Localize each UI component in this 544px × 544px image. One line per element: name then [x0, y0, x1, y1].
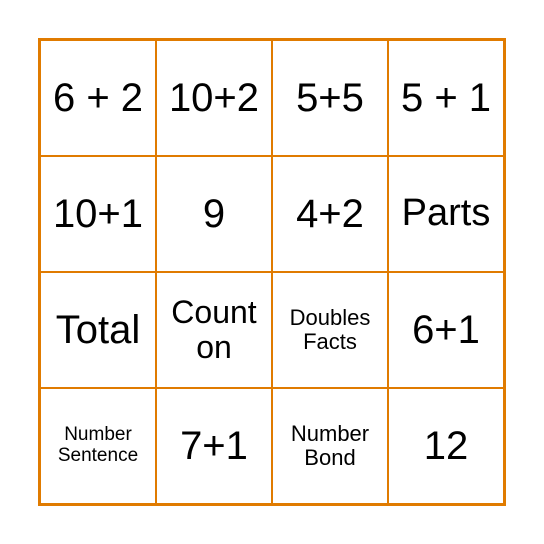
bingo-cell[interactable]: 5+5 — [272, 40, 388, 156]
bingo-cell[interactable]: 6 + 2 — [40, 40, 156, 156]
bingo-cell[interactable]: 10+2 — [156, 40, 272, 156]
bingo-cell[interactable]: 4+2 — [272, 156, 388, 272]
bingo-cell[interactable]: Count on — [156, 272, 272, 388]
bingo-cell[interactable]: Total — [40, 272, 156, 388]
bingo-cell[interactable]: Doubles Facts — [272, 272, 388, 388]
bingo-cell[interactable]: Parts — [388, 156, 504, 272]
bingo-cell[interactable]: Number Sentence — [40, 388, 156, 504]
bingo-cell[interactable]: 7+1 — [156, 388, 272, 504]
bingo-cell[interactable]: 5 + 1 — [388, 40, 504, 156]
bingo-cell[interactable]: 9 — [156, 156, 272, 272]
bingo-board: 6 + 2 10+2 5+5 5 + 1 10+1 9 4+2 Parts To… — [38, 38, 506, 506]
bingo-cell[interactable]: Number Bond — [272, 388, 388, 504]
bingo-cell[interactable]: 6+1 — [388, 272, 504, 388]
bingo-cell[interactable]: 12 — [388, 388, 504, 504]
bingo-cell[interactable]: 10+1 — [40, 156, 156, 272]
